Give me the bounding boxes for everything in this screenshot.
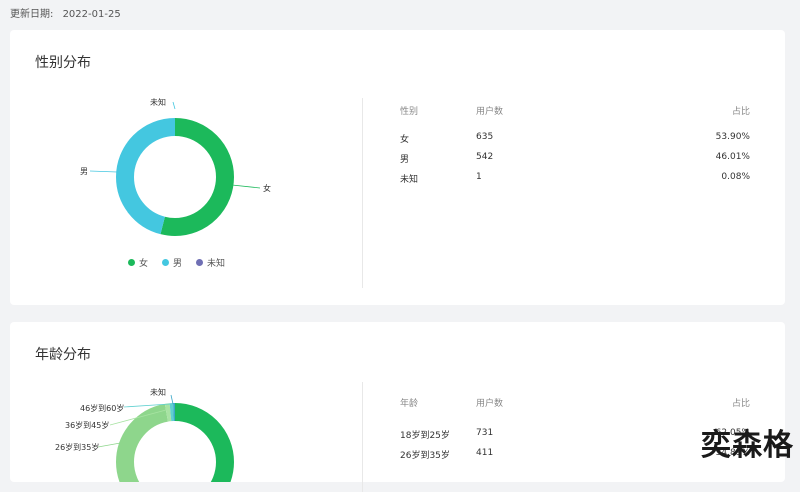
- legend-item-male[interactable]: 男: [162, 256, 182, 269]
- update-date-line: 更新日期: 2022-01-25: [10, 5, 127, 20]
- gender-distribution-card: 性别分布 未知 男 女 女 男 未知 性别 用户数 占比 女 635 53.90…: [10, 30, 785, 305]
- gender-legend: 女 男 未知: [128, 256, 225, 269]
- col-header-gender: 性别: [400, 107, 419, 117]
- slice-label-46-60: 46岁到60岁: [80, 403, 124, 413]
- update-date-value: 2022-01-25: [62, 9, 121, 20]
- row-count: 542: [476, 152, 494, 162]
- legend-label-male: 男: [173, 259, 183, 269]
- row-count: 731: [476, 428, 494, 438]
- table-row: 未知 1 0.08%: [400, 172, 750, 192]
- slice-label-unknown-age: 未知: [150, 387, 166, 397]
- row-label: 26岁到35岁: [400, 451, 450, 461]
- gender-table-header: 性别 用户数 占比: [400, 104, 750, 124]
- slice-label-unknown: 未知: [150, 97, 166, 107]
- legend-dot-male: [162, 259, 170, 266]
- row-pct: 0.08%: [721, 172, 750, 182]
- table-row: 18岁到25岁 731 62.05%: [400, 428, 750, 448]
- update-date-label: 更新日期:: [10, 9, 54, 20]
- table-row: 女 635 53.90%: [400, 132, 750, 152]
- slice-label-36-45: 36岁到45岁: [65, 420, 109, 430]
- row-pct: 53.90%: [715, 132, 750, 142]
- gender-divider: [362, 98, 363, 288]
- age-donut-chart: 未知 46岁到60岁 36岁到45岁 26岁到35岁: [55, 387, 234, 482]
- row-count: 411: [476, 448, 494, 458]
- gender-table: 性别 用户数 占比 女 635 53.90% 男 542 46.01% 未知 1…: [400, 104, 750, 192]
- watermark-logo: 奕森格: [701, 428, 794, 463]
- slice-label-26-35: 26岁到35岁: [55, 442, 99, 452]
- age-table: 年龄 用户数 占比 18岁到25岁 731 62.05% 26岁到35岁 411…: [400, 396, 750, 468]
- legend-label-unknown: 未知: [207, 259, 226, 269]
- col-header-ratio: 占比: [731, 399, 750, 409]
- row-pct: 46.01%: [715, 152, 750, 162]
- row-label: 未知: [400, 175, 419, 185]
- col-header-ratio: 占比: [731, 107, 750, 117]
- row-count: 1: [476, 172, 482, 182]
- row-count: 635: [476, 132, 494, 142]
- legend-item-female[interactable]: 女: [128, 256, 148, 269]
- col-header-users: 用户数: [476, 399, 504, 409]
- col-header-users: 用户数: [476, 107, 504, 117]
- age-table-header: 年龄 用户数 占比: [400, 396, 750, 416]
- legend-dot-female: [128, 259, 135, 266]
- slice-label-male: 男: [80, 167, 88, 176]
- row-label: 男: [400, 155, 410, 165]
- age-divider: [362, 382, 363, 492]
- legend-item-unknown[interactable]: 未知: [196, 256, 225, 269]
- slice-label-female: 女: [263, 183, 271, 193]
- col-header-age: 年龄: [400, 399, 419, 409]
- table-row: 男 542 46.01%: [400, 152, 750, 172]
- legend-label-female: 女: [139, 259, 149, 269]
- row-label: 女: [400, 135, 410, 145]
- table-row: 26岁到35岁 411 34.89%: [400, 448, 750, 468]
- row-label: 18岁到25岁: [400, 431, 450, 441]
- legend-dot-unknown: [196, 259, 204, 266]
- age-distribution-card: 年龄分布 未知 46岁到60岁 36岁到45岁 26岁到35岁 年龄 用户数 占…: [10, 322, 785, 492]
